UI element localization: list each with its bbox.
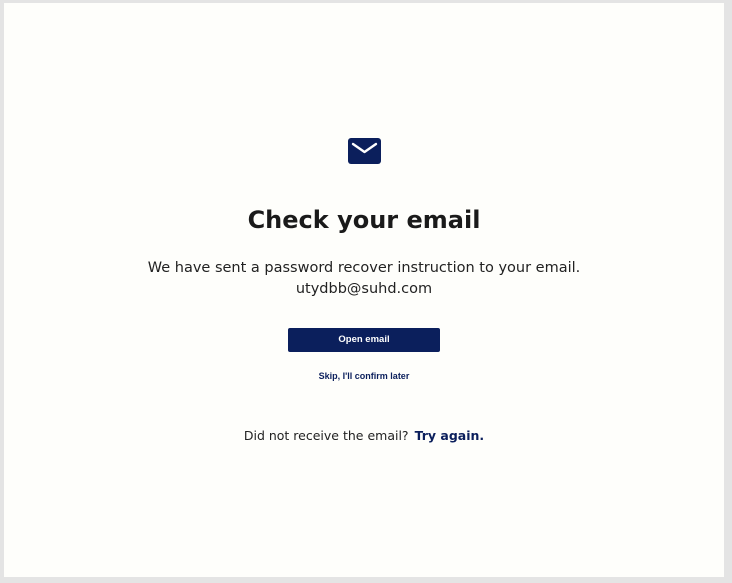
retry-row: Did not receive the email? Try again. xyxy=(4,427,724,445)
open-email-button[interactable]: Open email xyxy=(288,328,440,352)
instruction-message: We have sent a password recover instruct… xyxy=(147,260,581,276)
mail-envelope-icon xyxy=(348,138,381,164)
recipient-email: utydbb@suhd.com xyxy=(295,281,433,297)
try-again-link[interactable]: Try again. xyxy=(415,428,485,443)
retry-prompt: Did not receive the email? xyxy=(243,428,409,443)
page-title: Check your email xyxy=(247,206,481,234)
check-email-panel: Check your email We have sent a password… xyxy=(4,3,724,577)
skip-confirm-link[interactable]: Skip, I'll confirm later xyxy=(4,369,724,383)
